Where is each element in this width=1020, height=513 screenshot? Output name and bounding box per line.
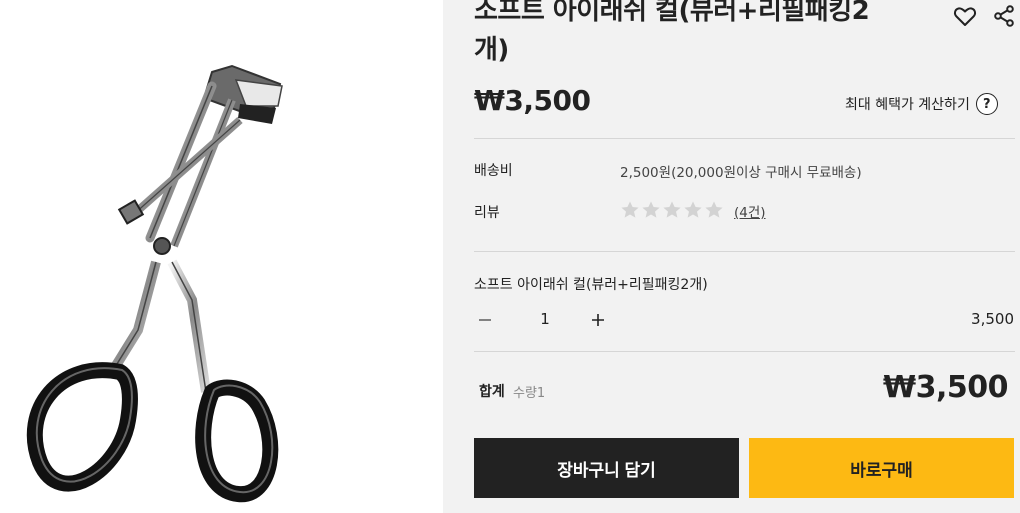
product-title: 소프트 아이래쉬 컬(뷰러+리필패킹2개) bbox=[474, 0, 870, 65]
star-icon bbox=[684, 201, 702, 218]
benefit-calculator-link[interactable]: 최대 혜택가 계산하기 ? bbox=[845, 93, 998, 115]
star-icon bbox=[663, 201, 681, 218]
eyelash-curler-image bbox=[26, 64, 283, 503]
divider bbox=[474, 351, 1015, 352]
share-icon[interactable] bbox=[993, 5, 1015, 27]
buy-now-button[interactable]: 바로구매 bbox=[749, 438, 1014, 498]
shipping-value: 2,500원(20,000원이상 구매시 무료배송) bbox=[620, 165, 862, 181]
star-icon bbox=[642, 201, 660, 218]
total-quantity: 수량1 bbox=[513, 386, 546, 401]
product-image bbox=[0, 0, 443, 513]
option-name: 소프트 아이래쉬 컬(뷰러+리필패킹2개) bbox=[474, 277, 708, 293]
review-label: 리뷰 bbox=[474, 205, 500, 221]
total-price: ₩3,500 bbox=[883, 370, 1008, 405]
star-icon bbox=[705, 201, 723, 218]
total-label: 합계 bbox=[479, 384, 505, 400]
product-info-panel: 소프트 아이래쉬 컬(뷰러+리필패킹2개) ₩3,500 최대 혜택가 계산하기… bbox=[443, 0, 1020, 513]
add-to-cart-button[interactable]: 장바구니 담기 bbox=[474, 438, 739, 498]
benefit-label: 최대 혜택가 계산하기 bbox=[845, 97, 970, 113]
review-count-link[interactable]: (4건) bbox=[734, 201, 766, 221]
shipping-label: 배송비 bbox=[474, 163, 513, 179]
rating-stars bbox=[620, 200, 724, 220]
heart-icon[interactable] bbox=[953, 4, 977, 28]
quantity-value[interactable]: 1 bbox=[535, 310, 555, 328]
product-price: ₩3,500 bbox=[474, 84, 591, 117]
divider bbox=[474, 138, 1015, 139]
minus-icon[interactable] bbox=[474, 309, 496, 331]
question-icon[interactable]: ? bbox=[975, 93, 998, 115]
star-icon bbox=[621, 201, 639, 218]
plus-icon[interactable] bbox=[587, 309, 609, 331]
divider bbox=[474, 251, 1015, 252]
option-price: 3,500 bbox=[971, 310, 1014, 328]
